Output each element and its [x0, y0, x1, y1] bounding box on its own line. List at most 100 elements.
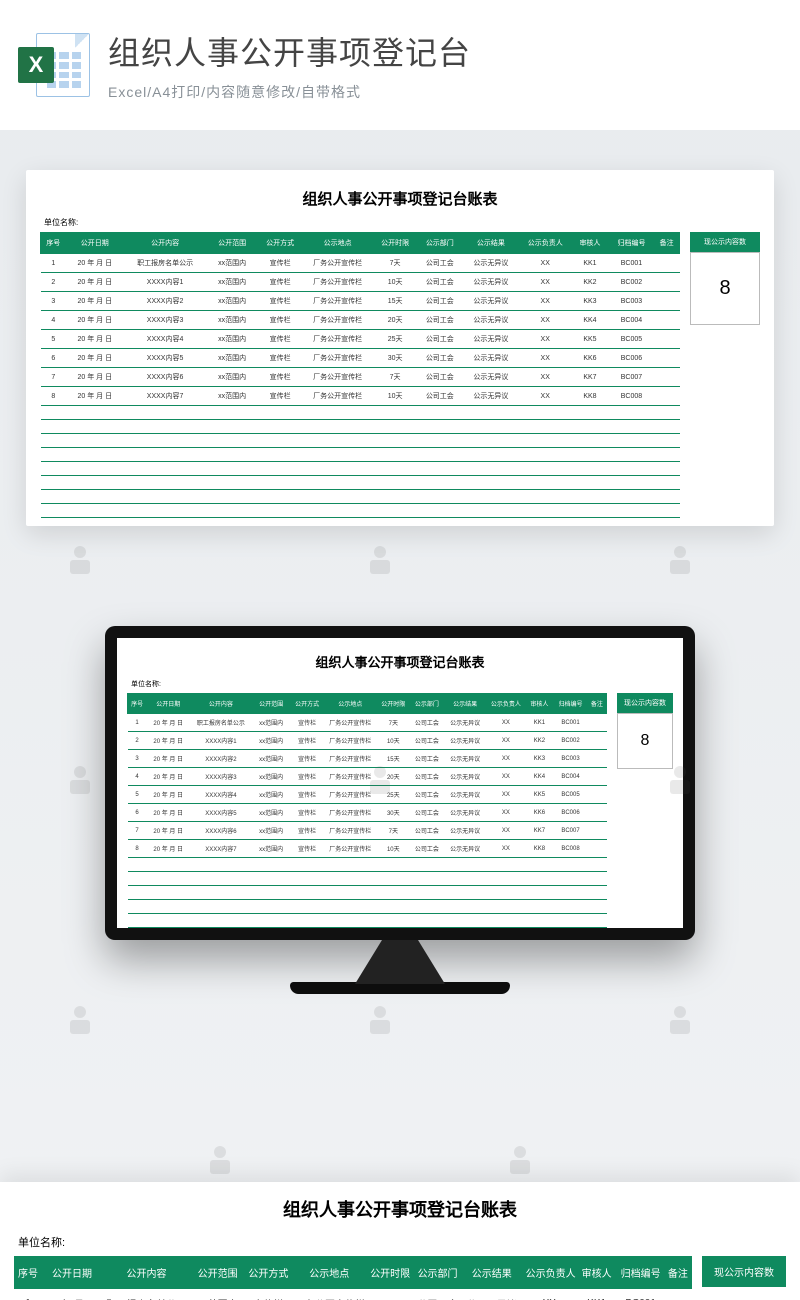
cell-archive: BC004 — [609, 311, 654, 330]
cell-scope: xx范围内 — [207, 368, 258, 387]
cell-result: 公示无异议 — [444, 786, 487, 804]
cell-date: 20 年 月 日 — [66, 311, 124, 330]
column-header: 公开方式 — [245, 1257, 292, 1289]
cell-scope: xx范围内 — [252, 804, 290, 822]
cell-archive: BC007 — [609, 368, 654, 387]
sheet-title: 组织人事公开事项登记台账表 — [127, 652, 673, 671]
column-header: 公开日期 — [42, 1257, 103, 1289]
cell-date: 20 年 月 日 — [66, 387, 124, 406]
cell-reviewer: KK7 — [571, 368, 609, 387]
cell-content: XXXX内容7 — [190, 840, 252, 858]
cell-dept: 公司工会 — [417, 349, 462, 368]
column-header: 公开内容 — [124, 233, 207, 254]
cell-place: 厂务公开宣传栏 — [302, 330, 372, 349]
watermark-icon: 千库网 — [500, 1140, 540, 1180]
cell-date: 20 年 月 日 — [147, 786, 190, 804]
cell-seq: 3 — [128, 750, 147, 768]
cell-date: 20 年 月 日 — [147, 750, 190, 768]
table-row: 620 年 月 日XXXX内容5xx范围内宣传栏厂务公开宣传栏30天公司工会公示… — [41, 349, 680, 368]
cell-scope: xx范围内 — [252, 768, 290, 786]
cell-owner: XX — [522, 1289, 576, 1300]
cell-limit: 25天 — [373, 330, 418, 349]
cell-owner: XX — [520, 387, 571, 406]
table-body: 120 年 月 日职工报房名单公示xx范围内宣传栏厂务公开宣传栏7天公司工会公示… — [128, 714, 607, 929]
cell-seq: 8 — [41, 387, 67, 406]
cell-scope: xx范围内 — [252, 786, 290, 804]
cell-dept: 公司工会 — [417, 311, 462, 330]
cell-method: 宣传栏 — [290, 840, 324, 858]
table-row-empty — [41, 420, 680, 434]
cell-limit: 20天 — [373, 311, 418, 330]
cell-owner: XX — [487, 714, 525, 732]
table-header-row: 序号公开日期公开内容公开范围公开方式公示地点公开时限公示部门公示结果公示负责人审… — [128, 694, 607, 714]
ledger-table: 序号公开日期公开内容公开范围公开方式公示地点公开时限公示部门公示结果公示负责人审… — [40, 232, 680, 518]
cell-owner: XX — [520, 273, 571, 292]
cell-owner: XX — [487, 822, 525, 840]
cell-seq: 1 — [41, 254, 67, 273]
cell-scope: xx范围内 — [207, 292, 258, 311]
cell-method: 宣传栏 — [258, 254, 303, 273]
cell-content: 职工报房名单公示 — [190, 714, 252, 732]
cell-archive: BC007 — [554, 822, 588, 840]
cell-limit: 7天 — [377, 714, 411, 732]
cell-scope: xx范围内 — [207, 349, 258, 368]
cell-seq: 2 — [128, 732, 147, 750]
table-row-empty — [41, 406, 680, 420]
sheet-title: 组织人事公开事项登记台账表 — [40, 188, 760, 209]
cell-scope: xx范围内 — [252, 714, 290, 732]
table-row-empty — [128, 872, 607, 886]
cell-reviewer: KK6 — [525, 804, 554, 822]
cell-owner: XX — [487, 768, 525, 786]
column-header: 公示部门 — [414, 1257, 461, 1289]
cell-seq: 2 — [41, 273, 67, 292]
cell-date: 20 年 月 日 — [66, 273, 124, 292]
cell-remark — [654, 254, 680, 273]
cell-remark — [587, 750, 606, 768]
cell-dept: 公司工会 — [417, 330, 462, 349]
cell-place: 厂务公开宣传栏 — [302, 349, 372, 368]
cell-dept: 公司工会 — [410, 840, 444, 858]
cell-dept: 公司工会 — [410, 714, 444, 732]
template-title: 组织人事公开事项登记台 — [108, 28, 782, 74]
cell-remark — [654, 368, 680, 387]
cell-limit: 20天 — [377, 768, 411, 786]
cell-reviewer: KK5 — [525, 786, 554, 804]
cell-archive: BC004 — [554, 768, 588, 786]
table-row-empty — [41, 476, 680, 490]
column-header: 公开日期 — [147, 694, 190, 714]
cell-content: XXXX内容5 — [190, 804, 252, 822]
cell-scope: xx范围内 — [252, 840, 290, 858]
column-header: 公示负责人 — [522, 1257, 576, 1289]
cell-remark — [587, 714, 606, 732]
cell-content: XXXX内容6 — [124, 368, 207, 387]
cell-seq: 4 — [41, 311, 67, 330]
cell-archive: BC001 — [609, 254, 654, 273]
cell-dept: 公司工会 — [417, 387, 462, 406]
summary-box: 现公示内容数 8 — [617, 693, 673, 769]
summary-header: 现公示内容数 — [690, 232, 760, 252]
cell-dept: 公司工会 — [417, 254, 462, 273]
cell-limit: 30天 — [373, 349, 418, 368]
cell-reviewer: KK4 — [525, 768, 554, 786]
cell-result: 公示无异议 — [444, 840, 487, 858]
cell-dept: 公司工会 — [417, 273, 462, 292]
cell-method: 宣传栏 — [290, 768, 324, 786]
cell-seq: 6 — [128, 804, 147, 822]
cell-result: 公示无异议 — [462, 311, 520, 330]
cell-scope: xx范围内 — [207, 254, 258, 273]
table-row: 220 年 月 日XXXX内容1xx范围内宣传栏厂务公开宣传栏10天公司工会公示… — [41, 273, 680, 292]
cell-content: 职工报房名单公示 — [124, 254, 207, 273]
cell-place: 厂务公开宣传栏 — [324, 714, 377, 732]
cell-scope: xx范围内 — [252, 732, 290, 750]
cell-seq: 7 — [128, 822, 147, 840]
cell-remark — [654, 273, 680, 292]
cell-remark — [587, 804, 606, 822]
cell-reviewer: KK8 — [525, 840, 554, 858]
table-row-empty — [41, 434, 680, 448]
cell-seq: 4 — [128, 768, 147, 786]
sheet-title: 组织人事公开事项登记台账表 — [14, 1196, 786, 1222]
ledger-table: 序号公开日期公开内容公开范围公开方式公示地点公开时限公示部门公示结果公示负责人审… — [14, 1256, 692, 1300]
summary-value: 8 — [690, 252, 760, 325]
cell-limit: 30天 — [377, 804, 411, 822]
cell-remark — [587, 732, 606, 750]
